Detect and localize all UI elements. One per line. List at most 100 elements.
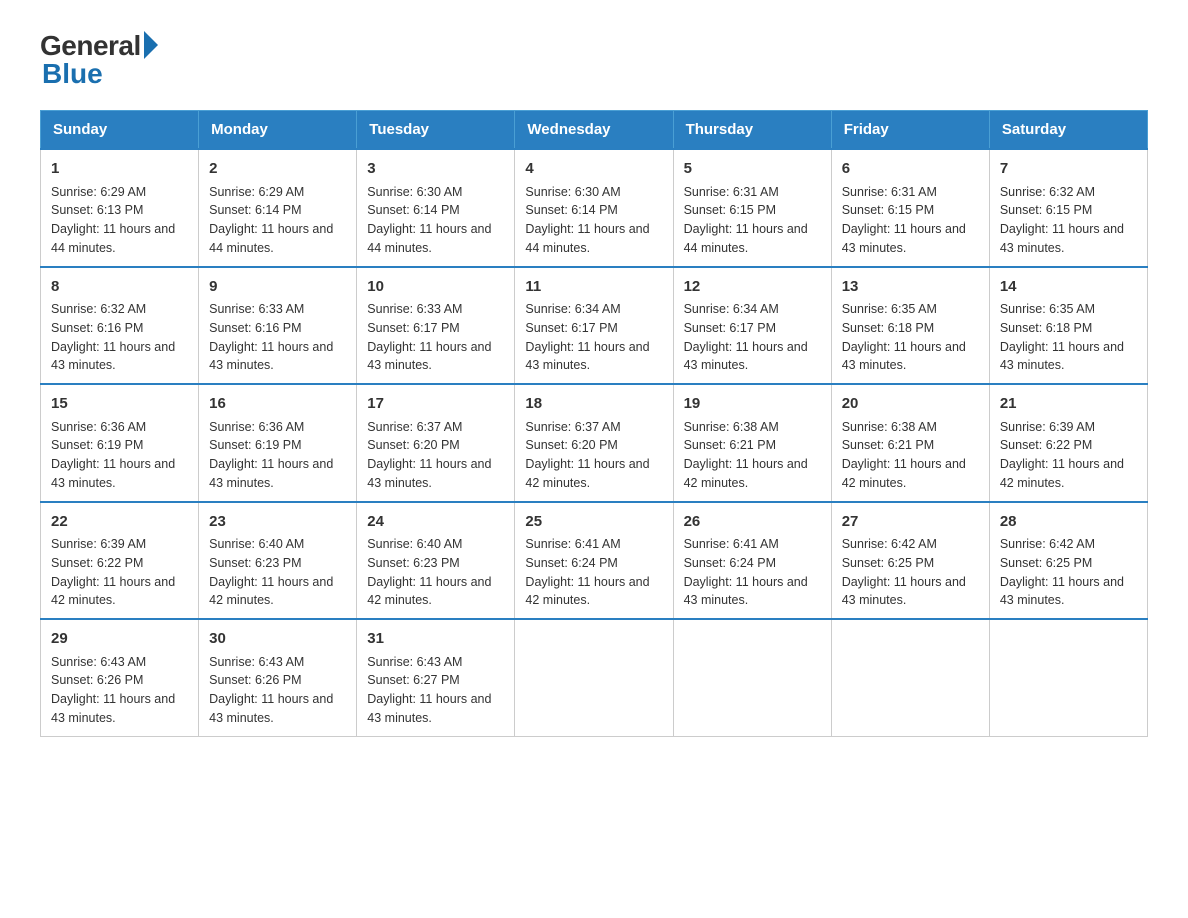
calendar-empty-cell — [515, 619, 673, 736]
column-header-wednesday: Wednesday — [515, 111, 673, 150]
day-info: Sunrise: 6:30 AMSunset: 6:14 PMDaylight:… — [525, 185, 649, 255]
day-info: Sunrise: 6:32 AMSunset: 6:16 PMDaylight:… — [51, 302, 175, 372]
day-number: 12 — [684, 276, 821, 299]
calendar-day-cell: 23 Sunrise: 6:40 AMSunset: 6:23 PMDaylig… — [199, 502, 357, 620]
column-header-tuesday: Tuesday — [357, 111, 515, 150]
column-header-thursday: Thursday — [673, 111, 831, 150]
day-info: Sunrise: 6:38 AMSunset: 6:21 PMDaylight:… — [842, 420, 966, 490]
day-info: Sunrise: 6:40 AMSunset: 6:23 PMDaylight:… — [367, 537, 491, 607]
day-number: 1 — [51, 158, 188, 181]
calendar-day-cell: 5 Sunrise: 6:31 AMSunset: 6:15 PMDayligh… — [673, 149, 831, 267]
calendar-day-cell: 7 Sunrise: 6:32 AMSunset: 6:15 PMDayligh… — [989, 149, 1147, 267]
day-number: 22 — [51, 511, 188, 534]
day-info: Sunrise: 6:37 AMSunset: 6:20 PMDaylight:… — [367, 420, 491, 490]
column-header-monday: Monday — [199, 111, 357, 150]
day-info: Sunrise: 6:40 AMSunset: 6:23 PMDaylight:… — [209, 537, 333, 607]
calendar-week-row: 15 Sunrise: 6:36 AMSunset: 6:19 PMDaylig… — [41, 384, 1148, 502]
day-number: 27 — [842, 511, 979, 534]
day-number: 19 — [684, 393, 821, 416]
day-number: 11 — [525, 276, 662, 299]
calendar-day-cell: 21 Sunrise: 6:39 AMSunset: 6:22 PMDaylig… — [989, 384, 1147, 502]
day-number: 8 — [51, 276, 188, 299]
day-info: Sunrise: 6:36 AMSunset: 6:19 PMDaylight:… — [51, 420, 175, 490]
day-number: 14 — [1000, 276, 1137, 299]
day-number: 15 — [51, 393, 188, 416]
day-number: 5 — [684, 158, 821, 181]
column-header-friday: Friday — [831, 111, 989, 150]
calendar-week-row: 1 Sunrise: 6:29 AMSunset: 6:13 PMDayligh… — [41, 149, 1148, 267]
calendar-day-cell: 30 Sunrise: 6:43 AMSunset: 6:26 PMDaylig… — [199, 619, 357, 736]
calendar-day-cell: 12 Sunrise: 6:34 AMSunset: 6:17 PMDaylig… — [673, 267, 831, 385]
day-number: 7 — [1000, 158, 1137, 181]
day-number: 26 — [684, 511, 821, 534]
calendar-day-cell: 27 Sunrise: 6:42 AMSunset: 6:25 PMDaylig… — [831, 502, 989, 620]
calendar-empty-cell — [989, 619, 1147, 736]
day-info: Sunrise: 6:32 AMSunset: 6:15 PMDaylight:… — [1000, 185, 1124, 255]
column-header-sunday: Sunday — [41, 111, 199, 150]
calendar-table: SundayMondayTuesdayWednesdayThursdayFrid… — [40, 110, 1148, 737]
calendar-day-cell: 4 Sunrise: 6:30 AMSunset: 6:14 PMDayligh… — [515, 149, 673, 267]
calendar-day-cell: 6 Sunrise: 6:31 AMSunset: 6:15 PMDayligh… — [831, 149, 989, 267]
calendar-day-cell: 22 Sunrise: 6:39 AMSunset: 6:22 PMDaylig… — [41, 502, 199, 620]
calendar-day-cell: 19 Sunrise: 6:38 AMSunset: 6:21 PMDaylig… — [673, 384, 831, 502]
day-info: Sunrise: 6:30 AMSunset: 6:14 PMDaylight:… — [367, 185, 491, 255]
day-info: Sunrise: 6:36 AMSunset: 6:19 PMDaylight:… — [209, 420, 333, 490]
day-number: 30 — [209, 628, 346, 651]
calendar-empty-cell — [831, 619, 989, 736]
day-number: 17 — [367, 393, 504, 416]
day-info: Sunrise: 6:31 AMSunset: 6:15 PMDaylight:… — [684, 185, 808, 255]
calendar-day-cell: 10 Sunrise: 6:33 AMSunset: 6:17 PMDaylig… — [357, 267, 515, 385]
day-number: 23 — [209, 511, 346, 534]
day-number: 13 — [842, 276, 979, 299]
day-number: 24 — [367, 511, 504, 534]
day-number: 6 — [842, 158, 979, 181]
day-info: Sunrise: 6:33 AMSunset: 6:16 PMDaylight:… — [209, 302, 333, 372]
logo-arrow-icon — [144, 31, 158, 59]
day-info: Sunrise: 6:34 AMSunset: 6:17 PMDaylight:… — [684, 302, 808, 372]
calendar-day-cell: 9 Sunrise: 6:33 AMSunset: 6:16 PMDayligh… — [199, 267, 357, 385]
calendar-week-row: 22 Sunrise: 6:39 AMSunset: 6:22 PMDaylig… — [41, 502, 1148, 620]
day-info: Sunrise: 6:41 AMSunset: 6:24 PMDaylight:… — [684, 537, 808, 607]
calendar-day-cell: 16 Sunrise: 6:36 AMSunset: 6:19 PMDaylig… — [199, 384, 357, 502]
calendar-day-cell: 2 Sunrise: 6:29 AMSunset: 6:14 PMDayligh… — [199, 149, 357, 267]
calendar-day-cell: 17 Sunrise: 6:37 AMSunset: 6:20 PMDaylig… — [357, 384, 515, 502]
day-number: 2 — [209, 158, 346, 181]
day-number: 10 — [367, 276, 504, 299]
calendar-day-cell: 15 Sunrise: 6:36 AMSunset: 6:19 PMDaylig… — [41, 384, 199, 502]
day-info: Sunrise: 6:39 AMSunset: 6:22 PMDaylight:… — [51, 537, 175, 607]
day-info: Sunrise: 6:43 AMSunset: 6:26 PMDaylight:… — [51, 655, 175, 725]
logo: General Blue — [40, 30, 158, 90]
column-header-saturday: Saturday — [989, 111, 1147, 150]
calendar-day-cell: 24 Sunrise: 6:40 AMSunset: 6:23 PMDaylig… — [357, 502, 515, 620]
day-number: 16 — [209, 393, 346, 416]
calendar-day-cell: 18 Sunrise: 6:37 AMSunset: 6:20 PMDaylig… — [515, 384, 673, 502]
day-info: Sunrise: 6:35 AMSunset: 6:18 PMDaylight:… — [842, 302, 966, 372]
calendar-day-cell: 8 Sunrise: 6:32 AMSunset: 6:16 PMDayligh… — [41, 267, 199, 385]
calendar-day-cell: 31 Sunrise: 6:43 AMSunset: 6:27 PMDaylig… — [357, 619, 515, 736]
day-info: Sunrise: 6:39 AMSunset: 6:22 PMDaylight:… — [1000, 420, 1124, 490]
day-info: Sunrise: 6:31 AMSunset: 6:15 PMDaylight:… — [842, 185, 966, 255]
day-number: 29 — [51, 628, 188, 651]
calendar-day-cell: 26 Sunrise: 6:41 AMSunset: 6:24 PMDaylig… — [673, 502, 831, 620]
day-info: Sunrise: 6:34 AMSunset: 6:17 PMDaylight:… — [525, 302, 649, 372]
day-info: Sunrise: 6:33 AMSunset: 6:17 PMDaylight:… — [367, 302, 491, 372]
logo-blue-text: Blue — [42, 58, 103, 90]
day-info: Sunrise: 6:38 AMSunset: 6:21 PMDaylight:… — [684, 420, 808, 490]
calendar-day-cell: 13 Sunrise: 6:35 AMSunset: 6:18 PMDaylig… — [831, 267, 989, 385]
day-number: 9 — [209, 276, 346, 299]
calendar-week-row: 8 Sunrise: 6:32 AMSunset: 6:16 PMDayligh… — [41, 267, 1148, 385]
calendar-day-cell: 28 Sunrise: 6:42 AMSunset: 6:25 PMDaylig… — [989, 502, 1147, 620]
calendar-week-row: 29 Sunrise: 6:43 AMSunset: 6:26 PMDaylig… — [41, 619, 1148, 736]
calendar-header-row: SundayMondayTuesdayWednesdayThursdayFrid… — [41, 111, 1148, 150]
calendar-day-cell: 1 Sunrise: 6:29 AMSunset: 6:13 PMDayligh… — [41, 149, 199, 267]
calendar-day-cell: 25 Sunrise: 6:41 AMSunset: 6:24 PMDaylig… — [515, 502, 673, 620]
calendar-day-cell: 14 Sunrise: 6:35 AMSunset: 6:18 PMDaylig… — [989, 267, 1147, 385]
calendar-day-cell: 3 Sunrise: 6:30 AMSunset: 6:14 PMDayligh… — [357, 149, 515, 267]
day-number: 3 — [367, 158, 504, 181]
day-info: Sunrise: 6:43 AMSunset: 6:26 PMDaylight:… — [209, 655, 333, 725]
page-header: General Blue — [40, 30, 1148, 90]
day-number: 28 — [1000, 511, 1137, 534]
day-info: Sunrise: 6:37 AMSunset: 6:20 PMDaylight:… — [525, 420, 649, 490]
day-info: Sunrise: 6:29 AMSunset: 6:13 PMDaylight:… — [51, 185, 175, 255]
day-number: 31 — [367, 628, 504, 651]
